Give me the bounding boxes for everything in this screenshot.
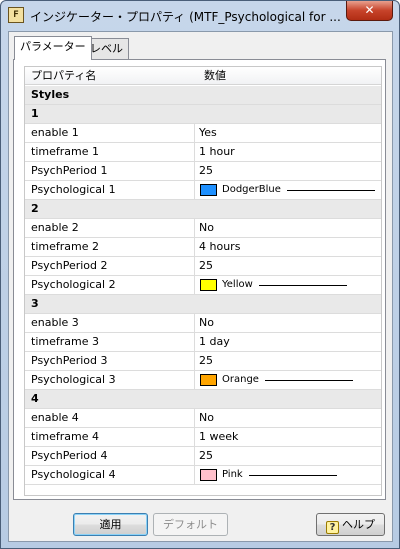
property-value[interactable]: 25	[194, 257, 381, 275]
parameters-panel: プロパティ名 数値 Styles 1 enable 1 Yes timeframe 1 1…	[13, 59, 386, 500]
property-name: enable 2	[31, 221, 79, 234]
color-value-cell[interactable]: DodgerBlue	[194, 181, 381, 199]
color-value-cell[interactable]: Pink	[194, 466, 381, 484]
section-label: 2	[31, 202, 39, 215]
grid-property-row[interactable]: enable 2 No	[25, 219, 381, 238]
grid-header: プロパティ名 数値	[25, 67, 381, 85]
property-name: enable 4	[31, 411, 79, 424]
color-name: Pink	[222, 469, 243, 480]
property-name: Psychological 1	[31, 183, 116, 196]
color-swatch[interactable]	[200, 279, 217, 291]
color-swatch[interactable]	[200, 374, 217, 386]
grid-property-row[interactable]: PsychPeriod 3 25	[25, 352, 381, 371]
help-icon: ?	[326, 521, 339, 534]
property-value[interactable]: 25	[194, 162, 381, 180]
grid-property-row[interactable]: timeframe 4 1 week	[25, 428, 381, 447]
color-swatch[interactable]	[200, 469, 217, 481]
window-title: インジケーター・プロパティ (MTF_Psychological for ...	[30, 10, 341, 24]
grid-property-row[interactable]: Psychological 3 Orange	[25, 371, 381, 390]
properties-dialog: F インジケーター・プロパティ (MTF_Psychological for .…	[0, 0, 400, 549]
property-value[interactable]: 25	[194, 352, 381, 370]
property-value[interactable]: 4 hours	[194, 238, 381, 256]
color-name: Orange	[222, 374, 259, 385]
line-style-sample	[249, 475, 337, 476]
property-name: enable 3	[31, 316, 79, 329]
property-name: enable 1	[31, 126, 79, 139]
grid-property-row[interactable]: timeframe 1 1 hour	[25, 143, 381, 162]
property-name: Psychological 4	[31, 468, 116, 481]
property-name: timeframe 4	[31, 430, 99, 443]
column-header-value[interactable]: 数値	[198, 67, 226, 85]
property-grid: プロパティ名 数値 Styles 1 enable 1 Yes timeframe 1 1…	[24, 66, 382, 496]
default-button[interactable]: デフォルト	[153, 513, 228, 536]
property-name: PsychPeriod 2	[31, 259, 108, 272]
color-value-cell[interactable]: Orange	[194, 371, 381, 389]
apply-button[interactable]: 適用	[73, 513, 148, 536]
column-header-property-name[interactable]: プロパティ名	[25, 67, 96, 85]
line-style-sample	[265, 380, 353, 381]
color-swatch[interactable]	[200, 184, 217, 196]
property-value[interactable]: 1 hour	[194, 143, 381, 161]
property-value[interactable]: 1 week	[194, 428, 381, 446]
property-value[interactable]: No	[194, 219, 381, 237]
dialog-client-area: パラメーター レベル プロパティ名 数値 Styles 1 enable 1 Yes t…	[8, 31, 393, 542]
grid-property-row[interactable]: Psychological 4 Pink	[25, 466, 381, 485]
title-bar[interactable]: F インジケーター・プロパティ (MTF_Psychological for .…	[1, 1, 399, 31]
property-name: PsychPeriod 3	[31, 354, 108, 367]
grid-property-row[interactable]: Psychological 1 DodgerBlue	[25, 181, 381, 200]
section-label: 3	[31, 297, 39, 310]
property-value[interactable]: 1 day	[194, 333, 381, 351]
color-name: Yellow	[222, 279, 253, 290]
line-style-sample	[287, 190, 375, 191]
app-icon: F	[8, 7, 24, 23]
grid-property-row[interactable]: enable 1 Yes	[25, 124, 381, 143]
grid-property-row[interactable]: timeframe 3 1 day	[25, 333, 381, 352]
property-name: timeframe 3	[31, 335, 99, 348]
grid-property-row[interactable]: PsychPeriod 1 25	[25, 162, 381, 181]
close-button[interactable]: ✕	[346, 1, 393, 21]
section-label: 1	[31, 107, 39, 120]
property-name: Psychological 3	[31, 373, 116, 386]
help-button-label: ヘルプ	[342, 518, 375, 531]
grid-property-row[interactable]: PsychPeriod 2 25	[25, 257, 381, 276]
grid-section-row[interactable]: 3	[25, 295, 381, 314]
grid-section-row[interactable]: 4	[25, 390, 381, 409]
grid-section-row[interactable]: 1	[25, 105, 381, 124]
grid-section-row[interactable]: 2	[25, 200, 381, 219]
grid-property-row[interactable]: enable 3 No	[25, 314, 381, 333]
property-name: PsychPeriod 4	[31, 449, 108, 462]
property-value[interactable]: 25	[194, 447, 381, 465]
property-name: PsychPeriod 1	[31, 164, 108, 177]
color-name: DodgerBlue	[222, 184, 281, 195]
grid-section-row[interactable]: Styles	[25, 86, 381, 105]
property-value[interactable]: No	[194, 314, 381, 332]
grid-property-row[interactable]: enable 4 No	[25, 409, 381, 428]
grid-property-row[interactable]: Psychological 2 Yellow	[25, 276, 381, 295]
property-name: Psychological 2	[31, 278, 116, 291]
line-style-sample	[259, 285, 347, 286]
section-label: 4	[31, 392, 39, 405]
section-label: Styles	[31, 88, 70, 101]
property-value[interactable]: No	[194, 409, 381, 427]
tab-parameters[interactable]: パラメーター	[14, 36, 92, 60]
grid-property-row[interactable]: PsychPeriod 4 25	[25, 447, 381, 466]
color-value-cell[interactable]: Yellow	[194, 276, 381, 294]
help-button[interactable]: ? ヘルプ	[316, 513, 385, 536]
grid-property-row[interactable]: timeframe 2 4 hours	[25, 238, 381, 257]
property-value[interactable]: Yes	[194, 124, 381, 142]
property-name: timeframe 1	[31, 145, 99, 158]
property-name: timeframe 2	[31, 240, 99, 253]
